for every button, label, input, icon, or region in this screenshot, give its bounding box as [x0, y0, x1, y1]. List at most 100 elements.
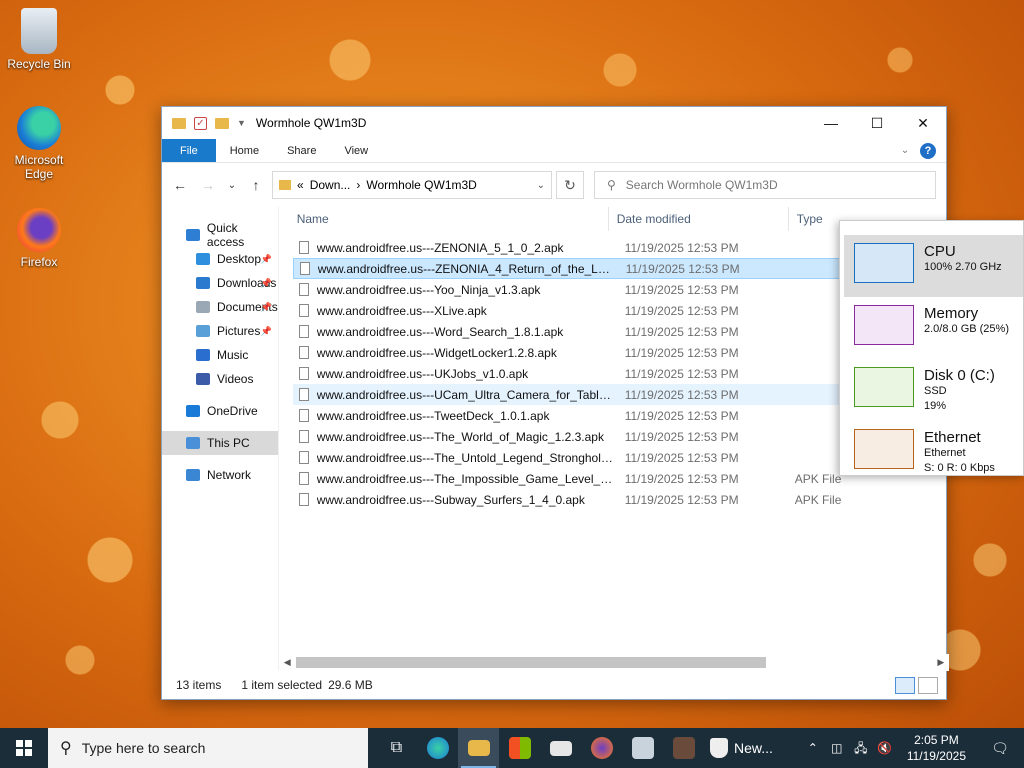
game-app-icon [672, 737, 695, 759]
file-row[interactable]: www.androidfree.us---The_Untold_Legend_S… [293, 447, 842, 468]
nav-item-network[interactable]: Network [162, 463, 278, 487]
documents-icon [196, 301, 210, 313]
notification-center-button[interactable]: 🗨 [980, 728, 1020, 768]
file-date-modified: 11/19/2025 12:53 PM [624, 492, 739, 507]
taskbar-app-window[interactable] [622, 728, 663, 768]
taskbar-news-widget[interactable]: New... [710, 738, 773, 758]
details-view-icon[interactable] [895, 677, 915, 694]
file-icon [298, 346, 309, 359]
file-row[interactable]: www.androidfree.us---The_World_of_Magic_… [293, 426, 842, 447]
perf-graph [854, 367, 914, 407]
nav-item-onedrive[interactable]: OneDrive [162, 399, 278, 423]
nav-item-music[interactable]: Music [162, 343, 278, 367]
perf-item-memory[interactable]: Memory 2.0/8.0 GB (25%) [840, 297, 1023, 359]
performance-panel: CPU 100% 2.70 GHz Memory 2.0/8.0 GB (25%) Di… [839, 220, 1024, 476]
file-row[interactable]: www.androidfree.us---Word_Search_1.8.1.a… [293, 321, 842, 342]
tray-app-icon[interactable]: ◫ [829, 741, 845, 755]
file-row[interactable]: www.androidfree.us---Subway_Surfers_1_4_… [293, 489, 841, 510]
breadcrumb-overflow[interactable]: « [297, 178, 304, 192]
task-view-button[interactable]: ⧉ [376, 728, 417, 768]
file-icon [298, 283, 309, 296]
large-icons-view-icon[interactable] [918, 677, 938, 694]
taskbar-edge[interactable] [417, 728, 458, 768]
start-button[interactable] [0, 728, 48, 768]
scrollbar-track[interactable] [295, 656, 933, 669]
perf-text: Memory 2.0/8.0 GB (25%) [924, 305, 1009, 337]
file-row[interactable]: www.androidfree.us---ZENONIA_4_Return_of… [292, 258, 842, 279]
address-dropdown-chevron-icon[interactable]: ⌄ [537, 180, 545, 191]
maximize-button[interactable]: ☐ [854, 107, 900, 139]
nav-item-downloads[interactable]: Downloads 📌 [162, 271, 278, 295]
breadcrumb-item-current[interactable]: Wormhole QW1m3D [366, 178, 476, 192]
expand-ribbon-chevron-icon[interactable]: ⌄ [894, 139, 916, 162]
column-header-name[interactable]: Name [279, 207, 609, 231]
taskbar-app-game[interactable] [663, 728, 704, 768]
perf-title: Ethernet [924, 429, 981, 446]
nav-item-desktop[interactable]: Desktop 📌 [162, 247, 278, 271]
title-bar[interactable]: ✓ ▼ Wormhole QW1m3D — ☐ ✕ [162, 107, 946, 139]
scroll-left-icon[interactable]: ◀ [279, 657, 296, 668]
nav-item-label: Music [217, 348, 249, 362]
perf-sub1: SSD [924, 385, 947, 397]
close-button[interactable]: ✕ [900, 107, 946, 139]
taskbar-store[interactable] [499, 728, 540, 768]
file-row[interactable]: www.androidfree.us---ZENONIA_5_1_0_2.apk… [293, 237, 842, 258]
properties-icon[interactable]: ✓ [194, 116, 207, 130]
refresh-button[interactable]: ↻ [556, 171, 584, 199]
windows-logo-icon [16, 740, 32, 756]
nav-item-documents[interactable]: Documents 📌 [162, 295, 278, 319]
scrollbar-thumb[interactable] [295, 657, 766, 668]
desktop-icon-edge[interactable]: Microsoft Edge [1, 106, 77, 181]
ribbon-tabs: File Home Share View ⌄ ? [162, 139, 946, 163]
nav-item-this-pc[interactable]: This PC [162, 431, 278, 455]
file-row[interactable]: www.androidfree.us---UCam_Ultra_Camera_f… [292, 384, 842, 405]
file-row[interactable]: www.androidfree.us---TweetDeck_1.0.1.apk… [293, 405, 842, 426]
tab-home[interactable]: Home [216, 139, 273, 162]
column-header-type[interactable]: Type [789, 212, 823, 226]
file-row[interactable]: www.androidfree.us---Yoo_Ninja_v1.3.apk 1… [293, 279, 842, 300]
file-row[interactable]: www.androidfree.us---WidgetLocker1.2.8.a… [293, 342, 842, 363]
column-header-date-modified[interactable]: Date modified [609, 207, 789, 231]
tab-file[interactable]: File [162, 139, 216, 162]
navigation-pane: Quick access Desktop 📌 Downloads 📌 Documents 📌… [162, 207, 278, 671]
perf-item-ethernet[interactable]: Ethernet Ethernet S: 0 R: 0 Kbps [840, 421, 1023, 475]
address-bar[interactable]: « Down... › Wormhole QW1m3D ⌄ [272, 171, 552, 199]
desktop-icon-firefox[interactable]: Firefox [1, 208, 77, 269]
perf-item-disk[interactable]: Disk 0 (C:) SSD 19% [840, 359, 1023, 421]
recent-locations-chevron-icon[interactable]: ⌄ [224, 173, 240, 197]
file-row[interactable]: www.androidfree.us---XLive.apk 11/19/2025… [293, 300, 842, 321]
network-status-icon[interactable]: 🖧 [853, 741, 869, 755]
edge-icon [426, 737, 449, 759]
store-icon [508, 737, 531, 759]
nav-item-pictures[interactable]: Pictures 📌 [162, 319, 278, 343]
nav-item-quick-access[interactable]: Quick access [162, 221, 278, 249]
volume-muted-icon[interactable]: 🔇 [877, 741, 893, 755]
new-folder-icon[interactable] [215, 117, 229, 129]
scroll-right-icon[interactable]: ▶ [932, 657, 949, 668]
horizontal-scrollbar[interactable]: ◀ ▶ [278, 654, 950, 671]
forward-button[interactable]: → [196, 173, 220, 197]
firefox-icon [590, 737, 613, 759]
minimize-button[interactable]: — [808, 107, 854, 139]
show-hidden-icons-chevron-icon[interactable]: ⌃ [805, 741, 821, 755]
clock[interactable]: 2:05 PM 11/19/2025 [901, 732, 972, 764]
item-count: 13 items [176, 678, 222, 692]
pictures-icon [196, 325, 210, 337]
breadcrumb-item-downloads[interactable]: Down... [310, 178, 351, 192]
nav-item-videos[interactable]: Videos [162, 367, 278, 391]
tab-share[interactable]: Share [273, 139, 330, 162]
taskbar-mail[interactable] [540, 728, 581, 768]
taskbar-firefox[interactable] [581, 728, 622, 768]
file-row[interactable]: www.androidfree.us---The_Impossible_Game… [293, 468, 841, 489]
up-button[interactable]: ↑ [244, 173, 268, 197]
taskbar-search-box[interactable]: ⚲ Type here to search [48, 728, 368, 768]
back-button[interactable]: ← [168, 173, 192, 197]
help-icon[interactable]: ? [920, 143, 936, 159]
file-row[interactable]: www.androidfree.us---UKJobs_v1.0.apk 11/1… [293, 363, 842, 384]
tab-view[interactable]: View [330, 139, 382, 162]
search-input[interactable]: ⚲ Search Wormhole QW1m3D [594, 171, 936, 199]
taskbar-file-explorer[interactable] [458, 728, 499, 768]
perf-item-cpu[interactable]: CPU 100% 2.70 GHz [844, 235, 1023, 297]
customize-toolbar-chevron-icon[interactable]: ▼ [237, 118, 246, 128]
desktop-icon-recycle-bin[interactable]: Recycle Bin [1, 8, 77, 71]
